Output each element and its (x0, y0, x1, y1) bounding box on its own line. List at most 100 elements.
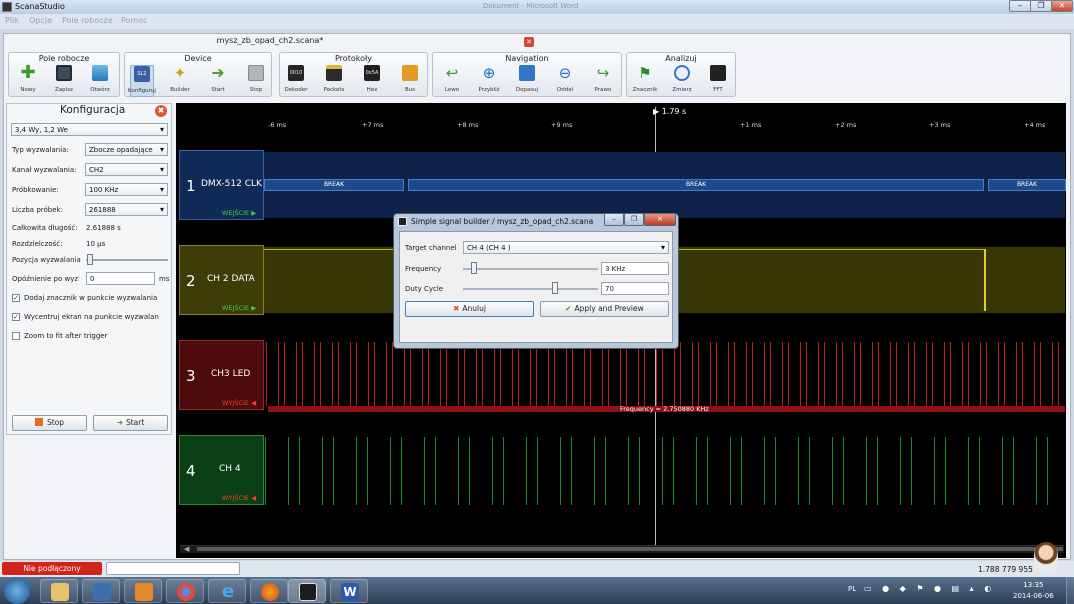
packets-button[interactable]: Packets (322, 65, 346, 93)
document-tab[interactable]: mysz_zb_opad_ch2.scana* (3, 36, 537, 49)
time-tick: +8 ms (457, 121, 479, 129)
target-channel-select[interactable]: CH 4 (CH 4 ) (463, 241, 669, 254)
open-button[interactable]: Otwórz (88, 65, 112, 93)
delay-input[interactable]: 0 (86, 272, 155, 285)
add-marker-label: Dodaj znacznik w punkcie wyzwalania (24, 294, 158, 302)
frequency-input[interactable]: 3 KHz (601, 262, 669, 275)
cursor-time-readout: 1.788 779 955 s (978, 565, 1040, 574)
resolution-label: Rozdzielczość: (12, 240, 63, 248)
dialog-maximize-button[interactable]: ❐ (624, 213, 644, 226)
media-player-icon (135, 583, 153, 601)
new-button[interactable]: ✚ Nowy (16, 64, 40, 94)
firefox-icon (261, 583, 279, 601)
start-button[interactable]: ➜ Start (93, 415, 168, 431)
wand-icon: ✦ (173, 64, 187, 82)
cancel-button[interactable]: ✖ Anuluj (405, 301, 534, 317)
stop-capture-button[interactable]: Stop (244, 65, 268, 93)
start-menu-icon[interactable] (4, 578, 30, 604)
frequency-slider[interactable] (463, 268, 598, 270)
taskbar-firefox[interactable] (250, 579, 288, 603)
folder-icon (51, 583, 69, 601)
zoom-fit-checkbox[interactable] (12, 332, 20, 340)
menu-workspace[interactable]: Pole robocze (62, 16, 113, 25)
dialog-title: Simple signal builder / mysz_zb_opad_ch2… (411, 217, 594, 226)
total-length-value: 2.61888 s (86, 224, 121, 232)
save-button[interactable]: Zapisz (52, 65, 76, 93)
right-button[interactable]: ↪ Prawo (591, 65, 615, 93)
help-assistant-avatar[interactable] (1034, 542, 1058, 572)
menu-bar (0, 14, 1074, 29)
preset-select[interactable]: 3,4 Wy, 1,2 We (11, 123, 168, 136)
config-close-icon[interactable]: ✖ (155, 105, 167, 117)
config-title: Konfiguracja (60, 104, 126, 116)
configure-button[interactable]: SL2 Konfiguruj (128, 65, 156, 97)
check-icon: ✔ (565, 304, 572, 313)
dialog-minimize-button[interactable]: – (604, 213, 624, 226)
channel-4-header[interactable]: 4 CH 4 WYJŚCIE ◀ (179, 435, 264, 505)
duty-cycle-input[interactable]: 70 (601, 282, 669, 295)
taskbar-explorer[interactable] (40, 579, 78, 603)
start-capture-button[interactable]: ➜ Start (206, 63, 230, 94)
zoom-fit-label: Zoom to fit after trigger (24, 332, 108, 340)
menu-options[interactable]: Opcje (29, 16, 52, 25)
time-tick: -6 ms (268, 121, 287, 129)
fft-button[interactable]: FFT (706, 65, 730, 93)
minimize-button[interactable]: – (1009, 0, 1031, 12)
trigger-position-handle[interactable] (87, 254, 93, 265)
channel-2-header[interactable]: 2 CH 2 DATA WEJŚCIE ▶ (179, 245, 264, 315)
scroll-left-icon[interactable]: ◀ (184, 545, 189, 553)
bus-button[interactable]: Bus (398, 65, 422, 93)
stop-button[interactable]: Stop (12, 415, 87, 431)
app-icon (2, 2, 12, 12)
channel-1-header[interactable]: 1 DMX-512 CLK WEJŚCIE ▶ (179, 150, 264, 220)
show-desktop-button[interactable] (1066, 577, 1074, 604)
trigger-channel-label: Kanał wyzwalania: (12, 166, 77, 174)
close-button[interactable]: ✕ (1051, 0, 1073, 12)
sampling-select[interactable]: 100 KHz (85, 183, 168, 196)
apply-preview-button[interactable]: ✔ Apply and Preview (540, 301, 669, 317)
decoder-button[interactable]: 0010 Dekoder (284, 65, 308, 93)
tray-icons[interactable]: ▭ ● ◆ ⚑ ● ▤ ▴ ◐ (864, 584, 1004, 598)
left-button[interactable]: ↩ Lewo (440, 65, 464, 93)
marker-button[interactable]: ⚑ Znacznik (633, 65, 658, 93)
taskbar-word[interactable]: W (330, 579, 368, 603)
hex-button[interactable]: 0x5A Hex (360, 65, 384, 93)
samples-label: Liczba próbek: (12, 206, 63, 214)
taskbar-ie[interactable]: e (208, 579, 246, 603)
menu-file[interactable]: Plik (5, 16, 19, 25)
taskbar-scanastudio[interactable] (288, 579, 326, 603)
measure-button[interactable]: Zmierz (670, 65, 694, 93)
taskbar-app2[interactable] (82, 579, 120, 603)
word-icon: W (341, 583, 359, 601)
duty-cycle-slider[interactable] (463, 288, 598, 290)
center-screen-label: Wycentruj ekran na punkcie wyzwalan (24, 313, 159, 321)
zoom-in-button[interactable]: ⊕ Przybliż (477, 65, 501, 93)
samples-select[interactable]: 261888 (85, 203, 168, 216)
channel-3-header[interactable]: 3 CH3 LED WYJŚCIE ◀ (179, 340, 264, 410)
arrow-right-icon: ➜ (211, 63, 225, 82)
language-indicator[interactable]: PL (848, 585, 856, 593)
add-marker-checkbox[interactable]: ✓ (12, 294, 20, 302)
group-title: Navigation (505, 54, 549, 63)
dialog-close-button[interactable]: ✕ (644, 213, 676, 226)
fit-button[interactable]: Dopasuj (515, 65, 539, 93)
taskbar-media[interactable] (124, 579, 162, 603)
stop-icon (34, 418, 43, 426)
document-close-icon[interactable]: ✕ (524, 37, 534, 47)
center-screen-checkbox[interactable]: ✓ (12, 313, 20, 321)
frequency-slider-handle[interactable] (471, 262, 477, 274)
clock[interactable]: 13:35 2014-06-06 (1013, 580, 1054, 602)
trigger-channel-select[interactable]: CH2 (85, 163, 168, 176)
taskbar-chrome[interactable] (166, 579, 204, 603)
time-tick: +7 ms (362, 121, 384, 129)
break-label: BREAK (408, 179, 984, 191)
maximize-button[interactable]: ❐ (1030, 0, 1052, 12)
builder-button[interactable]: ✦ Builder (168, 65, 192, 93)
time-tick: +1 ms (740, 121, 762, 129)
group-title: Analizuj (665, 54, 697, 63)
trigger-type-select[interactable]: Zbocze opadające (85, 143, 168, 156)
zoom-out-button[interactable]: ⊖ Oddal (553, 65, 577, 93)
trigger-position-slider[interactable] (86, 259, 168, 261)
duty-cycle-slider-handle[interactable] (552, 282, 558, 294)
menu-help[interactable]: Pomoc (121, 16, 148, 25)
